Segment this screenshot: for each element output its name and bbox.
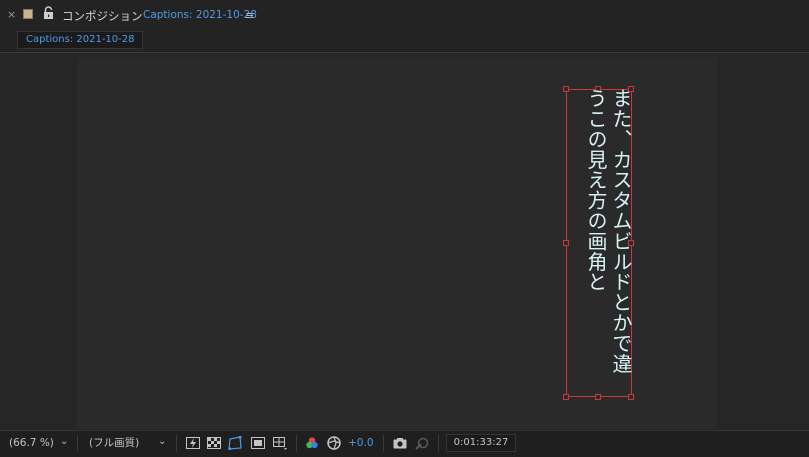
chevron-down-icon[interactable]: ⌄ — [60, 436, 68, 447]
transform-handle[interactable] — [563, 394, 569, 400]
exposure-value[interactable]: +0.0 — [348, 435, 374, 452]
toolbar-divider — [296, 435, 297, 452]
toolbar-divider — [77, 435, 78, 452]
close-icon[interactable]: × — [7, 8, 16, 21]
panel-header: × コンポジション Captions: 2021-10-28 ≡ — [0, 0, 809, 29]
mask-path-icon[interactable] — [227, 435, 243, 451]
fast-preview-icon[interactable] — [185, 435, 201, 451]
transform-handle[interactable] — [628, 394, 634, 400]
viewer-toolbar: (66.7 %) ⌄ (フル画質) ⌄ +0.0 0:01:33:27 — [0, 430, 809, 457]
lock-icon[interactable] — [43, 6, 54, 20]
transform-handle[interactable] — [563, 240, 569, 246]
transform-handle[interactable] — [563, 86, 569, 92]
caption-text-line-1[interactable]: また、カスタムビルドとかで違 — [607, 88, 636, 374]
color-management-icon[interactable] — [326, 435, 342, 451]
chevron-down-icon[interactable]: ⌄ — [158, 436, 166, 447]
snapshot-icon[interactable] — [392, 435, 408, 451]
caption-text-line-2[interactable]: うこの見え方の画角と — [582, 88, 611, 292]
composition-tab-bar: Captions: 2021-10-28 — [0, 29, 809, 53]
composition-name[interactable]: Captions: 2021-10-28 — [143, 9, 257, 21]
region-of-interest-icon[interactable] — [250, 435, 266, 451]
toolbar-divider — [383, 435, 384, 452]
timecode-display[interactable]: 0:01:33:27 — [446, 434, 516, 452]
color-swatch-icon[interactable] — [23, 9, 33, 19]
grid-guides-icon[interactable] — [272, 435, 288, 451]
transparency-grid-icon[interactable] — [206, 435, 222, 451]
transform-handle[interactable] — [595, 394, 601, 400]
toolbar-divider — [176, 435, 177, 452]
panel-menu-icon[interactable]: ≡ — [245, 9, 254, 22]
composition-tab[interactable]: Captions: 2021-10-28 — [17, 31, 143, 49]
show-snapshot-icon[interactable] — [414, 435, 430, 451]
panel-title: コンポジション — [62, 9, 143, 23]
zoom-dropdown[interactable]: (66.7 %) — [6, 435, 54, 452]
channel-icon[interactable] — [304, 435, 320, 451]
toolbar-divider — [438, 435, 439, 452]
resolution-dropdown[interactable]: (フル画質) — [86, 435, 139, 452]
